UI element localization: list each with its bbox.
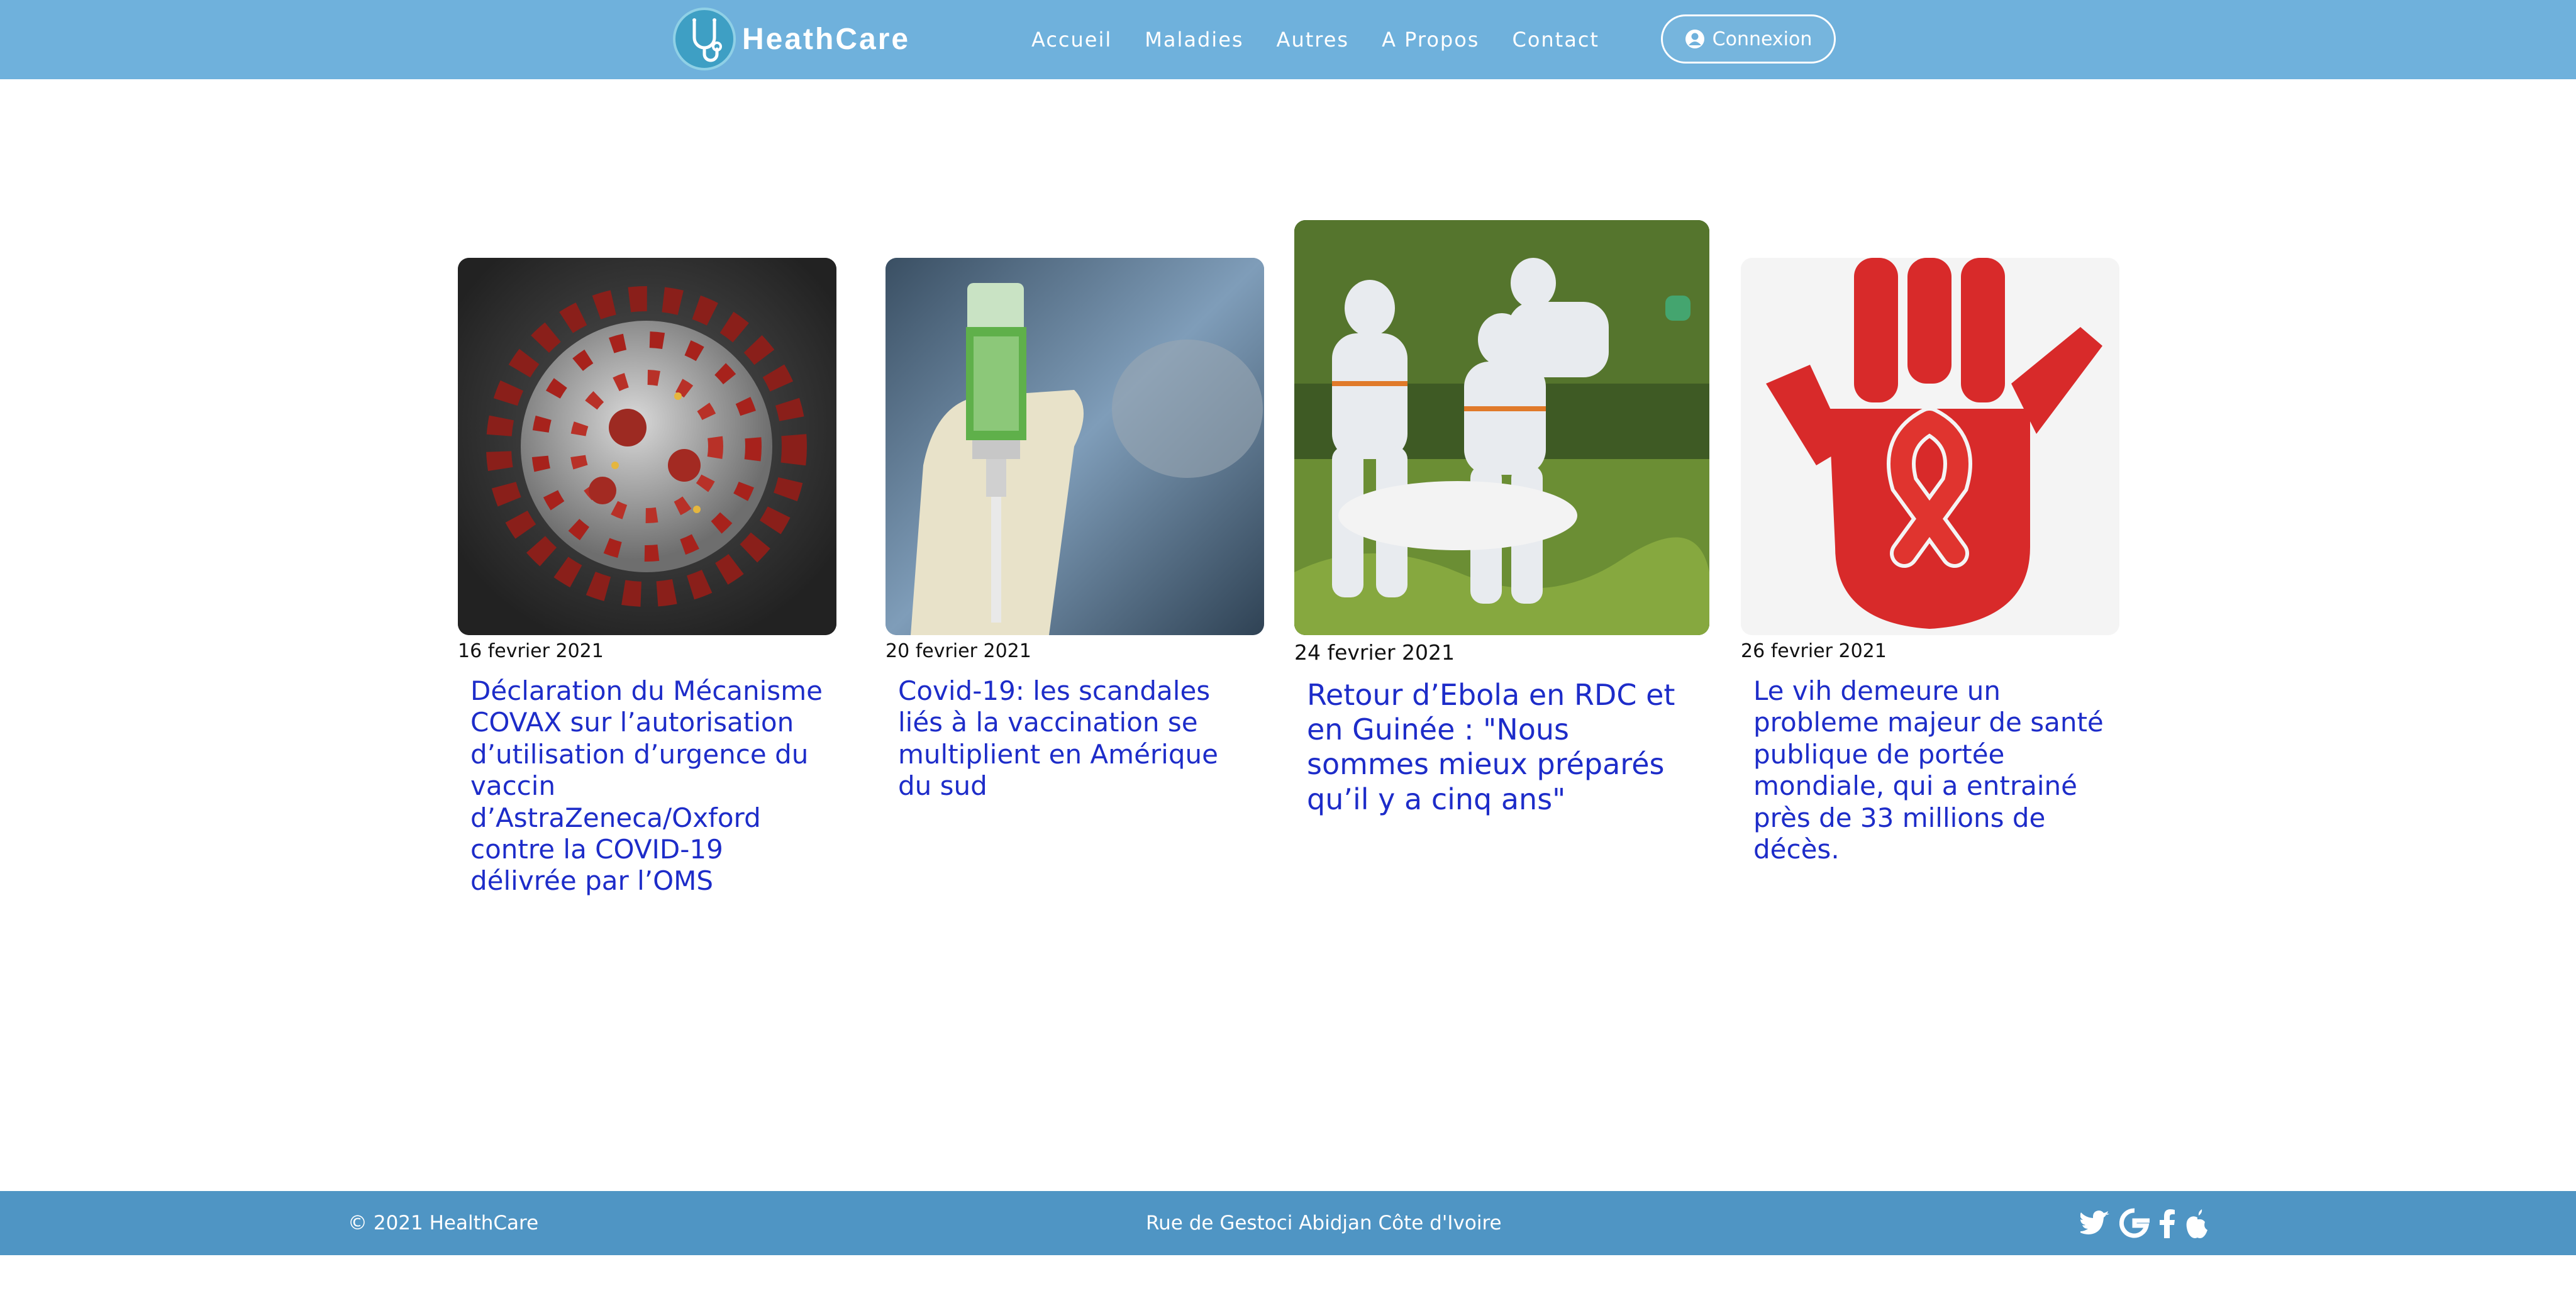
login-button[interactable]: Connexion	[1661, 14, 1836, 64]
login-label: Connexion	[1712, 28, 1813, 50]
user-circle-icon	[1685, 29, 1705, 49]
brand-name: HeathCare	[742, 22, 911, 56]
coronavirus-image[interactable]	[458, 258, 836, 635]
article-date: 16 fevrier 2021	[458, 640, 604, 662]
aids-ribbon-hand-image[interactable]	[1741, 258, 2119, 635]
ebola-workers-image[interactable]	[1294, 220, 1709, 635]
article-title-link[interactable]: Retour d’Ebola en RDC et en Guinée : "No…	[1307, 678, 1697, 817]
social-links	[2080, 1191, 2219, 1255]
facebook-icon[interactable]	[2158, 1208, 2176, 1238]
vaccine-vial-image[interactable]	[886, 258, 1264, 635]
footer: © 2021 HealthCare Rue de Gestoci Abidjan…	[0, 1191, 2576, 1255]
nav-link-contact[interactable]: Contact	[1512, 28, 1599, 52]
nav-link-a-propos[interactable]: A Propos	[1382, 28, 1479, 52]
article-date: 26 fevrier 2021	[1741, 640, 1887, 662]
article-title-link[interactable]: Le vih demeure un probleme majeur de san…	[1753, 675, 2112, 865]
article-date: 24 fevrier 2021	[1294, 640, 1455, 665]
stethoscope-icon	[673, 8, 736, 70]
navbar: HeathCare Accueil Maladies Autres A Prop…	[0, 0, 2576, 79]
apple-icon[interactable]	[2185, 1208, 2210, 1238]
main-nav: Accueil Maladies Autres A Propos Contact	[1031, 0, 1632, 79]
nav-link-maladies[interactable]: Maladies	[1145, 28, 1243, 52]
nav-link-autres[interactable]: Autres	[1277, 28, 1350, 52]
article-title-link[interactable]: Covid-19: les scandales liés à la vaccin…	[898, 675, 1257, 802]
article-title-link[interactable]: Déclaration du Mécanisme COVAX sur l’aut…	[470, 675, 829, 897]
footer-address: Rue de Gestoci Abidjan Côte d'Ivoire	[1146, 1212, 1502, 1234]
article-date: 20 fevrier 2021	[886, 640, 1031, 662]
nav-link-accueil[interactable]: Accueil	[1031, 28, 1112, 52]
footer-copyright: © 2021 HealthCare	[348, 1212, 539, 1234]
brand-link[interactable]: HeathCare	[673, 8, 910, 70]
google-icon[interactable]	[2119, 1208, 2150, 1238]
twitter-icon[interactable]	[2080, 1210, 2111, 1236]
